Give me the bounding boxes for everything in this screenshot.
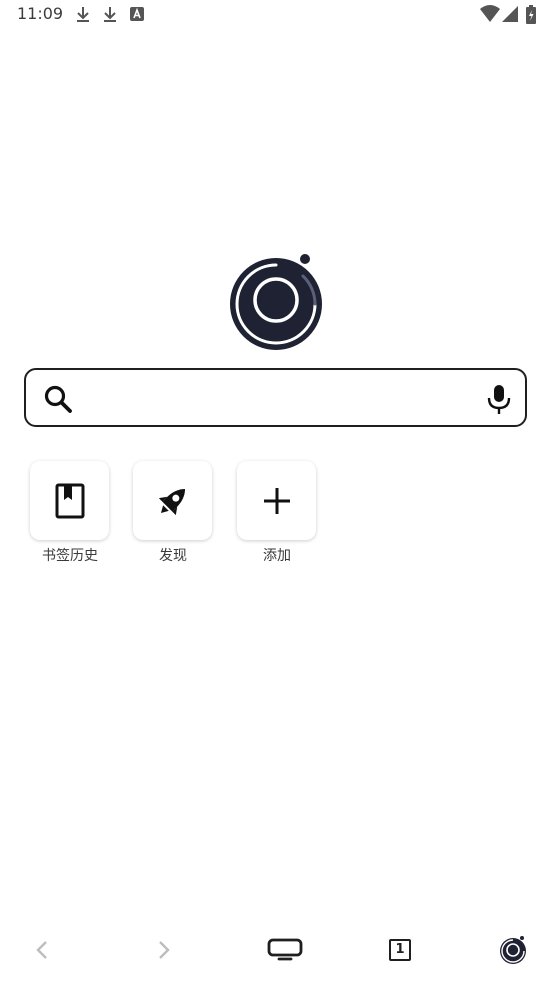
menu-button[interactable] bbox=[484, 920, 544, 980]
mic-icon[interactable] bbox=[484, 383, 514, 415]
battery-icon bbox=[526, 5, 536, 24]
bottom-navigation: 1 bbox=[0, 920, 554, 984]
search-icon[interactable] bbox=[43, 384, 73, 414]
rocket-icon bbox=[158, 488, 186, 516]
browser-logo-icon bbox=[500, 936, 526, 964]
shortcut-bookmarks-history[interactable]: 书签历史 bbox=[29, 461, 111, 571]
tabs-button[interactable]: 1 bbox=[370, 920, 430, 980]
tab-count: 1 bbox=[389, 939, 411, 961]
shortcut-label: 书签历史 bbox=[42, 548, 98, 564]
chevron-left-icon bbox=[36, 941, 47, 959]
wifi-icon bbox=[480, 5, 500, 22]
chevron-right-icon bbox=[159, 941, 170, 959]
search-bar[interactable] bbox=[24, 368, 527, 427]
status-time: 11:09 bbox=[17, 4, 64, 23]
shortcut-tile[interactable] bbox=[30, 461, 109, 540]
shortcut-tile[interactable] bbox=[237, 461, 316, 540]
forward-button[interactable] bbox=[133, 920, 193, 980]
plus-icon bbox=[264, 488, 290, 514]
shortcut-tile[interactable] bbox=[133, 461, 212, 540]
tv-mode-button[interactable] bbox=[255, 920, 315, 980]
browser-logo bbox=[230, 254, 322, 350]
shortcut-label: 添加 bbox=[263, 548, 291, 564]
shortcut-label: 发现 bbox=[159, 548, 187, 564]
shortcut-add[interactable]: 添加 bbox=[236, 461, 318, 571]
status-bar: 11:09 bbox=[0, 0, 554, 30]
shortcut-discover[interactable]: 发现 bbox=[132, 461, 214, 571]
a-badge-icon bbox=[130, 7, 144, 21]
bookmark-icon bbox=[55, 483, 85, 519]
download-icon bbox=[77, 7, 89, 22]
search-input[interactable] bbox=[94, 378, 478, 420]
download-icon bbox=[104, 7, 116, 22]
tv-mode-icon bbox=[267, 938, 303, 961]
back-button[interactable] bbox=[13, 920, 73, 980]
signal-icon bbox=[502, 6, 518, 22]
